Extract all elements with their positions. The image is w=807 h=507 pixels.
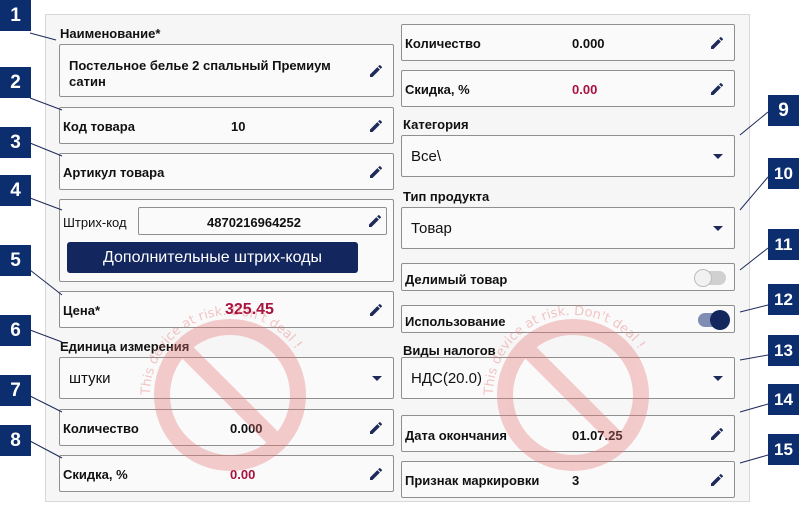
callout-6: 6: [0, 315, 31, 346]
callout-8: 8: [0, 425, 31, 456]
callout-14: 14: [768, 384, 799, 415]
callout-10: 10: [768, 158, 799, 189]
callout-5: 5: [0, 245, 31, 276]
callout-11: 11: [768, 229, 799, 260]
callout-2: 2: [0, 67, 31, 98]
callout-12: 12: [768, 284, 799, 315]
callout-13: 13: [768, 335, 799, 366]
callout-3: 3: [0, 127, 31, 158]
callout-9: 9: [768, 95, 799, 126]
callout-15: 15: [768, 434, 799, 465]
callout-4: 4: [0, 175, 31, 206]
callout-7: 7: [0, 375, 31, 406]
callout-leaders: [29, 32, 769, 464]
callout-1: 1: [0, 0, 31, 31]
